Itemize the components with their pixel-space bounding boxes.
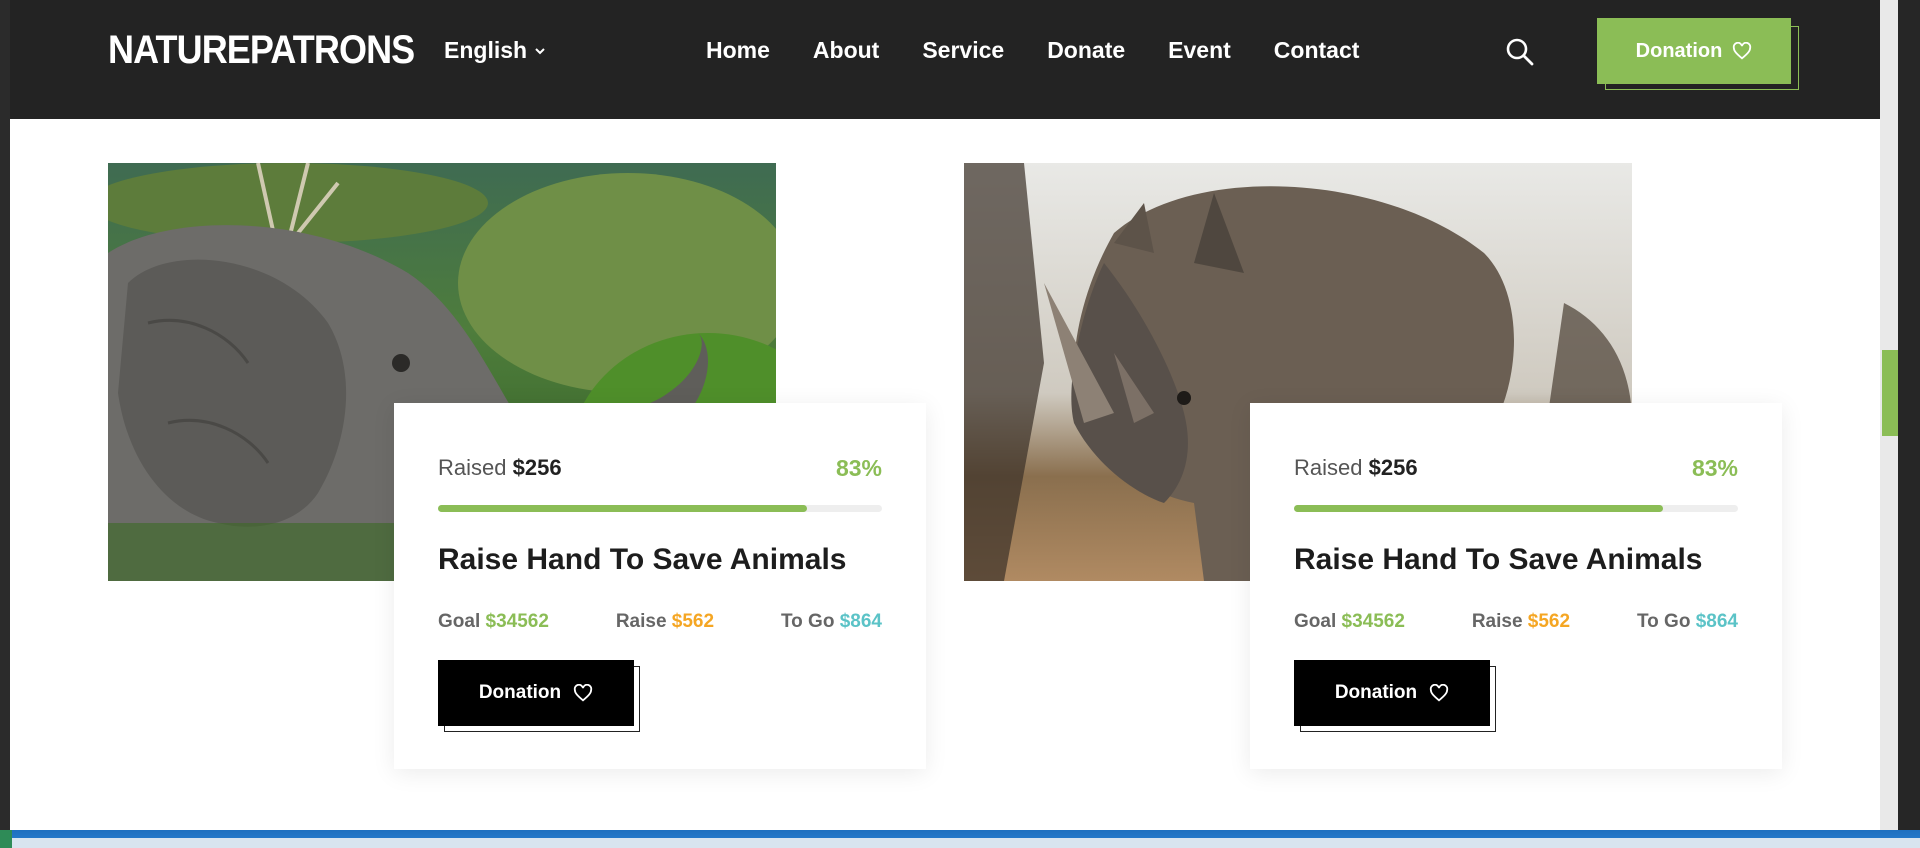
raised-value: $256 [512, 455, 562, 480]
donation-label: Donation [1635, 39, 1723, 62]
donation-label: Donation [478, 682, 562, 703]
raise-label: Raise [615, 611, 667, 632]
taskbar-strip [0, 838, 1920, 848]
header-donate-wrapper: Donation [1597, 18, 1799, 90]
progress-fill [438, 505, 807, 512]
site-logo[interactable]: NATUREPATRONS [108, 28, 415, 73]
cause-title[interactable]: Raise Hand To Save Animals [438, 543, 846, 577]
heart-icon [574, 684, 593, 702]
nav-event[interactable]: Event [1168, 37, 1231, 64]
cause-card: Raised $256 83% Raise Hand To Save Anima… [1250, 403, 1782, 769]
heart-icon [1733, 42, 1752, 60]
donation-button[interactable]: Donation [438, 660, 634, 726]
progress-percent: 83% [835, 455, 882, 481]
language-label: English [444, 37, 528, 63]
nav-about[interactable]: About [813, 37, 879, 64]
donation-label: Donation [1334, 682, 1418, 703]
raised-label: Raised [438, 455, 507, 480]
progress-bar [438, 505, 882, 512]
togo-stat: To Go $864 [1637, 611, 1738, 633]
taskbar [0, 830, 1920, 848]
goal-value: $34562 [1341, 611, 1405, 632]
togo-label: To Go [780, 611, 835, 632]
site-header: NATUREPATRONS English Home About Service… [10, 0, 1880, 119]
heart-icon [1430, 684, 1449, 702]
progress-bar [1294, 505, 1738, 512]
raise-value: $562 [1527, 611, 1571, 632]
raise-label: Raise [1471, 611, 1523, 632]
raise-stat: Raise $562 [1472, 611, 1570, 633]
taskbar-indicator [0, 830, 12, 848]
cause-stats: Goal $34562 Raise $562 To Go $864 [1294, 611, 1738, 633]
raise-stat: Raise $562 [616, 611, 714, 633]
togo-value: $864 [839, 611, 882, 632]
nav-contact[interactable]: Contact [1274, 37, 1360, 64]
nav-donate[interactable]: Donate [1047, 37, 1125, 64]
togo-stat: To Go $864 [781, 611, 882, 633]
cause-card: Raised $256 83% Raise Hand To Save Anima… [394, 403, 926, 769]
search-icon[interactable] [1505, 37, 1535, 67]
cause-stats: Goal $34562 Raise $562 To Go $864 [438, 611, 882, 633]
raised-label: Raised [1294, 455, 1363, 480]
nav-home[interactable]: Home [706, 37, 770, 64]
cause-title[interactable]: Raise Hand To Save Animals [1294, 543, 1702, 577]
raised-text: Raised $256 [438, 455, 562, 481]
raised-text: Raised $256 [1294, 455, 1418, 481]
main-nav: Home About Service Donate Event Contact [706, 37, 1402, 64]
donation-button-wrapper: Donation [438, 660, 642, 734]
goal-stat: Goal $34562 [438, 611, 549, 633]
browser-scrollbar[interactable] [1880, 0, 1920, 830]
goal-label: Goal [438, 611, 481, 632]
progress-percent: 83% [1691, 455, 1738, 481]
progress-fill [1294, 505, 1663, 512]
donation-button-wrapper: Donation [1294, 660, 1498, 734]
goal-label: Goal [1294, 611, 1337, 632]
chevron-down-icon [535, 47, 545, 54]
togo-label: To Go [1636, 611, 1691, 632]
window-edge [1898, 0, 1920, 830]
scroll-thumb[interactable] [1882, 350, 1898, 436]
donation-button[interactable]: Donation [1294, 660, 1490, 726]
header-donation-button[interactable]: Donation [1597, 18, 1791, 84]
language-selector[interactable]: English [444, 37, 545, 64]
raised-value: $256 [1368, 455, 1418, 480]
nav-service[interactable]: Service [922, 37, 1004, 64]
page: NATUREPATRONS English Home About Service… [10, 0, 1880, 830]
togo-value: $864 [1695, 611, 1738, 632]
goal-stat: Goal $34562 [1294, 611, 1405, 633]
raise-value: $562 [671, 611, 715, 632]
goal-value: $34562 [485, 611, 549, 632]
